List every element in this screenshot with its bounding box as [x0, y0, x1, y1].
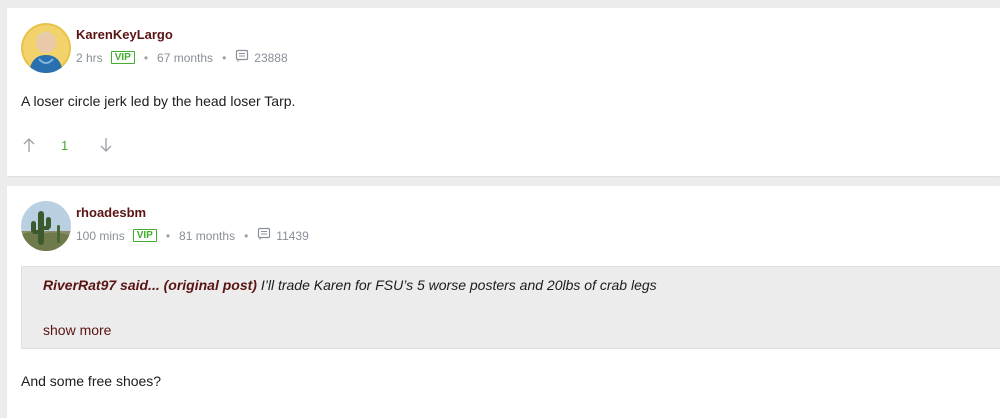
comment-feed: KarenKeyLargo 2 hrs VIP • 67 months • 23…	[0, 0, 1000, 418]
original-post-link[interactable]: (original post)	[164, 277, 257, 293]
vote-count: 1	[61, 137, 69, 153]
post-time: 100 mins	[76, 228, 125, 243]
message-icon	[257, 227, 271, 244]
avatar[interactable]	[21, 23, 71, 73]
post-meta: 2 hrs VIP • 67 months • 23888	[76, 49, 288, 66]
post-time: 2 hrs	[76, 50, 103, 65]
quote-author[interactable]: RiverRat97 said...	[43, 277, 160, 293]
meta-separator: •	[222, 50, 227, 65]
vip-badge: VIP	[132, 229, 157, 242]
vip-badge: VIP	[110, 51, 135, 64]
comment-card: KarenKeyLargo 2 hrs VIP • 67 months • 23…	[7, 8, 1000, 176]
quoted-post: RiverRat97 said... (original post) I’ll …	[21, 266, 1000, 349]
comment-body: And some free shoes?	[21, 373, 162, 389]
username[interactable]: rhoadesbm	[76, 205, 146, 220]
message-count: 23888	[254, 50, 288, 65]
post-meta: 100 mins VIP • 81 months • 11439	[76, 227, 309, 244]
username[interactable]: KarenKeyLargo	[76, 27, 173, 42]
message-count: 11439	[276, 228, 309, 243]
meta-separator: •	[244, 228, 249, 243]
quote-line: RiverRat97 said... (original post) I’ll …	[43, 277, 657, 293]
comment-card: rhoadesbm 100 mins VIP • 81 months • 114…	[7, 186, 1000, 418]
avatar[interactable]	[21, 201, 71, 251]
member-tenure: 81 months	[179, 228, 236, 243]
message-icon	[235, 49, 249, 66]
meta-separator: •	[165, 228, 171, 243]
quote-text: I’ll trade Karen for FSU’s 5 worse poste…	[260, 277, 657, 293]
upvote-arrow-icon[interactable]	[21, 136, 37, 154]
comment-body: A loser circle jerk led by the head lose…	[21, 93, 296, 109]
show-more-link[interactable]: show more	[43, 322, 111, 338]
meta-separator: •	[143, 50, 149, 65]
vote-controls: 1	[21, 136, 114, 154]
downvote-arrow-icon[interactable]	[98, 136, 114, 154]
member-tenure: 67 months	[157, 50, 214, 65]
